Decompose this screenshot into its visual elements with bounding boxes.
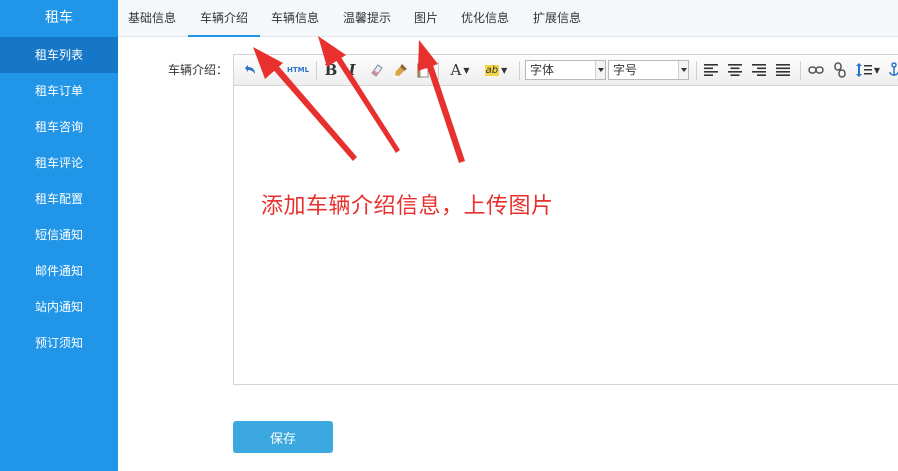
sidebar-item-car-orders[interactable]: 租车订单 — [0, 73, 118, 109]
caret-down-icon: ▼ — [463, 65, 470, 75]
font-color-letter: A — [450, 61, 462, 79]
font-size-select[interactable]: 字号 — [608, 60, 689, 80]
toolbar-separator — [438, 61, 439, 80]
save-button[interactable]: 保存 — [233, 421, 333, 453]
toolbar-separator — [696, 61, 697, 80]
align-justify-icon[interactable] — [774, 60, 792, 80]
redo-icon[interactable] — [262, 60, 280, 80]
sidebar-item-car-reviews[interactable]: 租车评论 — [0, 145, 118, 181]
font-family-value: 字体 — [530, 63, 555, 77]
unlink-icon[interactable] — [830, 60, 850, 80]
italic-icon[interactable]: I — [344, 60, 360, 80]
highlight-icon[interactable]: ab ▼ — [480, 60, 512, 80]
caret-down-icon: ▼ — [873, 65, 881, 75]
eraser-icon[interactable] — [368, 60, 386, 80]
tab-extended-info[interactable]: 扩展信息 — [533, 0, 581, 37]
toolbar-separator — [519, 61, 520, 80]
toolbar-separator — [800, 61, 801, 80]
annotation-text: 添加车辆介绍信息，上传图片 — [261, 194, 554, 219]
sidebar: 租车 租车列表 租车订单 租车咨询 租车评论 租车配置 短信通知 邮件通知 站内… — [0, 0, 118, 471]
align-left-icon[interactable] — [702, 60, 720, 80]
font-size-value: 字号 — [613, 63, 638, 77]
caret-down-icon: ▼ — [501, 65, 508, 75]
bold-icon[interactable]: B — [322, 60, 340, 80]
sidebar-item-car-inquiries[interactable]: 租车咨询 — [0, 109, 118, 145]
tab-tips[interactable]: 温馨提示 — [343, 0, 391, 37]
align-right-icon[interactable] — [750, 60, 768, 80]
tab-bar: 基础信息 车辆介绍 车辆信息 温馨提示 图片 优化信息 扩展信息 — [118, 0, 898, 37]
page-root: 租车 租车列表 租车订单 租车咨询 租车评论 租车配置 短信通知 邮件通知 站内… — [0, 0, 898, 471]
tab-images[interactable]: 图片 — [414, 0, 438, 37]
font-family-select[interactable]: 字体 — [525, 60, 606, 80]
tab-vehicle-intro[interactable]: 车辆介绍 — [188, 0, 261, 37]
sidebar-item-car-list[interactable]: 租车列表 — [0, 37, 118, 73]
sidebar-title: 租车 — [45, 10, 73, 26]
sidebar-item-booking-notes[interactable]: 预订须知 — [0, 325, 118, 361]
format-brush-icon[interactable] — [392, 60, 410, 80]
link-icon[interactable] — [806, 60, 826, 80]
line-height-icon[interactable]: ▼ — [854, 60, 882, 80]
editor-content-area[interactable] — [234, 86, 898, 384]
highlight-letters: ab — [484, 64, 500, 76]
font-color-icon[interactable]: A ▼ — [446, 60, 474, 80]
tab-seo-info[interactable]: 优化信息 — [461, 0, 509, 37]
paste-icon[interactable] — [414, 60, 432, 80]
editor-toolbar: HTML B I A ▼ ab ▼ 字体 字号 ▼ — [234, 55, 898, 86]
chevron-down-icon — [678, 61, 688, 79]
toolbar-separator — [316, 61, 317, 80]
vehicle-intro-label: 车辆介绍： — [168, 63, 229, 77]
chevron-down-icon — [595, 61, 605, 79]
sidebar-item-car-config[interactable]: 租车配置 — [0, 181, 118, 217]
anchor-icon[interactable] — [886, 60, 898, 80]
sidebar-item-email-notice[interactable]: 邮件通知 — [0, 253, 118, 289]
align-center-icon[interactable] — [726, 60, 744, 80]
html-icon[interactable]: HTML — [286, 60, 310, 80]
tab-vehicle-info[interactable]: 车辆信息 — [271, 0, 319, 37]
undo-icon[interactable] — [241, 60, 259, 80]
sidebar-item-site-notice[interactable]: 站内通知 — [0, 289, 118, 325]
sidebar-item-sms-notice[interactable]: 短信通知 — [0, 217, 118, 253]
tab-basic-info[interactable]: 基础信息 — [128, 0, 176, 37]
